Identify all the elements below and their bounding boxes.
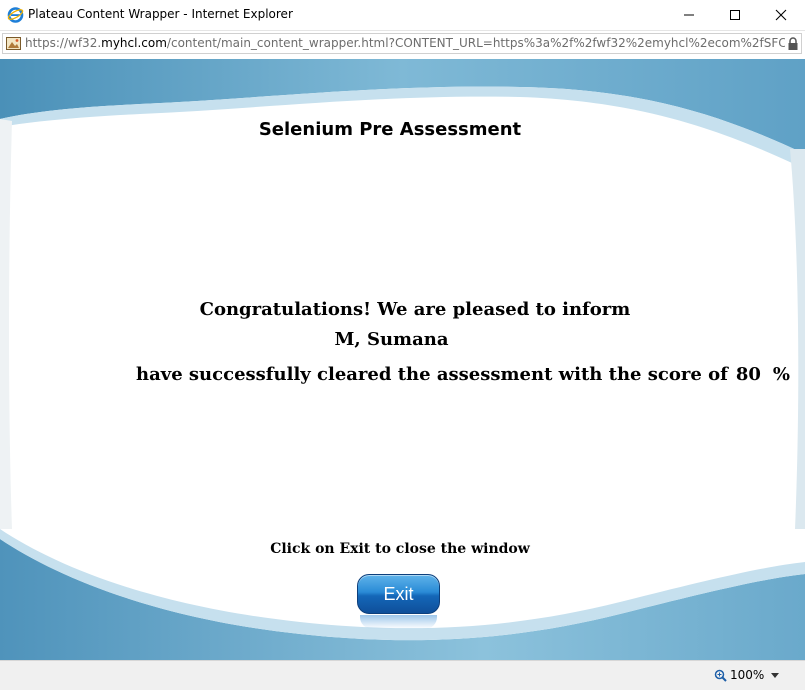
learner-name: M, Sumana <box>334 329 449 350</box>
minimize-icon <box>684 14 694 16</box>
score-message: have successfully cleared the assessment… <box>136 364 790 385</box>
congratulations-message: Congratulations! We are pleased to infor… <box>199 299 631 320</box>
minimize-button[interactable] <box>666 0 712 30</box>
maximize-button[interactable] <box>712 0 758 30</box>
page-icon <box>6 37 21 50</box>
course-title: Selenium Pre Assessment <box>258 119 522 140</box>
close-button[interactable] <box>758 0 804 30</box>
url-text[interactable]: https://wf32.myhcl.com/content/main_cont… <box>25 36 785 50</box>
score-message-text: have successfully cleared the assessment… <box>136 364 728 385</box>
score-value: 80 <box>735 364 761 385</box>
window-title: Plateau Content Wrapper - Internet Explo… <box>28 7 293 21</box>
url-rest: /content/main_content_wrapper.html?CONTE… <box>166 36 785 50</box>
status-bar: 100% <box>0 660 805 690</box>
wave-background <box>0 59 805 660</box>
ie-icon <box>7 7 24 23</box>
zoom-dropdown-icon[interactable] <box>771 673 779 678</box>
content-frame: Selenium Pre Assessment Congratulations!… <box>0 59 805 660</box>
exit-button-reflection <box>360 615 437 629</box>
zoom-icon[interactable] <box>714 669 727 682</box>
address-bar[interactable]: https://wf32.myhcl.com/content/main_cont… <box>2 33 802 54</box>
url-prefix: https://wf32. <box>25 36 102 50</box>
maximize-icon <box>730 10 740 20</box>
exit-button[interactable]: Exit <box>357 574 440 614</box>
close-icon <box>775 9 787 21</box>
lock-icon[interactable] <box>787 37 799 51</box>
score-percent-sign: % <box>772 364 791 385</box>
url-domain: myhcl.com <box>101 36 167 50</box>
window-titlebar: Plateau Content Wrapper - Internet Explo… <box>0 0 805 31</box>
zoom-level[interactable]: 100% <box>730 668 764 682</box>
exit-instruction: Click on Exit to close the window <box>270 541 530 557</box>
